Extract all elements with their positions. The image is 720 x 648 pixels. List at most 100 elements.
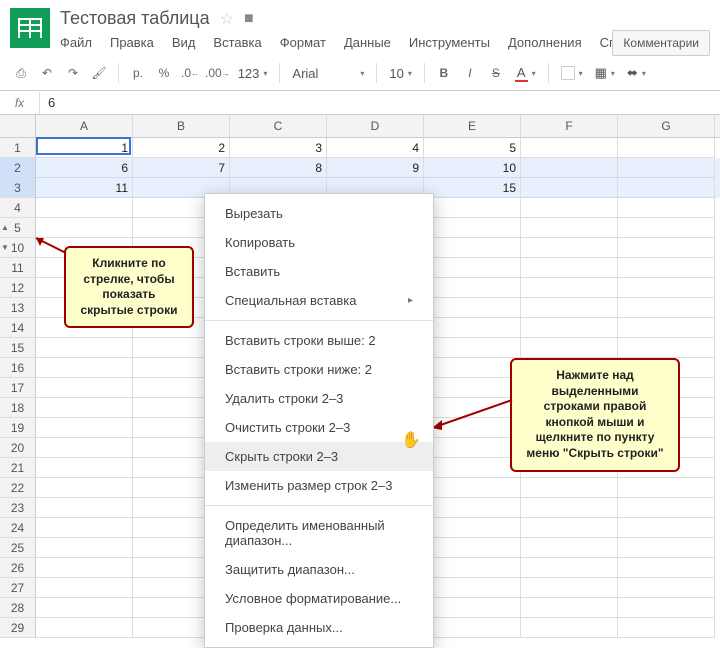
cell-F14[interactable] bbox=[521, 318, 618, 338]
cell-G15[interactable] bbox=[618, 338, 715, 358]
bold-button[interactable]: B bbox=[433, 62, 455, 84]
ctx-проверка-данных-[interactable]: Проверка данных... bbox=[205, 613, 433, 642]
ctx-условное-форматирование-[interactable]: Условное форматирование... bbox=[205, 584, 433, 613]
ctx-очистить-строки-2-3[interactable]: Очистить строки 2–3 bbox=[205, 413, 433, 442]
ctx-вставить-строки-ниже-2[interactable]: Вставить строки ниже: 2 bbox=[205, 355, 433, 384]
redo-icon[interactable]: ↷ bbox=[62, 62, 84, 84]
cell-G2[interactable] bbox=[618, 158, 715, 178]
dec-decrease-button[interactable]: .0← bbox=[179, 62, 201, 84]
currency-button[interactable]: р. bbox=[127, 62, 149, 84]
ctx-копировать[interactable]: Копировать bbox=[205, 228, 433, 257]
row-header-2[interactable]: 2 bbox=[0, 158, 36, 178]
cell-E28[interactable] bbox=[424, 598, 521, 618]
menu-данные[interactable]: Данные bbox=[344, 35, 391, 50]
cell-A21[interactable] bbox=[36, 458, 133, 478]
menu-вид[interactable]: Вид bbox=[172, 35, 196, 50]
row-header-4[interactable]: 4 bbox=[0, 198, 36, 218]
cell-E21[interactable] bbox=[424, 458, 521, 478]
row-header-21[interactable]: 21 bbox=[0, 458, 36, 478]
col-header-F[interactable]: F bbox=[521, 115, 618, 137]
ctx-определить-именованный-диапазон-[interactable]: Определить именованный диапазон... bbox=[205, 511, 433, 555]
cell-E1[interactable]: 5 bbox=[424, 138, 521, 158]
cell-G10[interactable] bbox=[618, 238, 715, 258]
ctx-вырезать[interactable]: Вырезать bbox=[205, 199, 433, 228]
print-icon[interactable]: ⎙ bbox=[10, 62, 32, 84]
cell-F25[interactable] bbox=[521, 538, 618, 558]
cell-G24[interactable] bbox=[618, 518, 715, 538]
cell-F15[interactable] bbox=[521, 338, 618, 358]
row-header-1[interactable]: 1 bbox=[0, 138, 36, 158]
menu-формат[interactable]: Формат bbox=[280, 35, 326, 50]
cell-F1[interactable] bbox=[521, 138, 618, 158]
row-header-17[interactable]: 17 bbox=[0, 378, 36, 398]
paint-format-icon[interactable]: 🖌 bbox=[88, 62, 110, 84]
unhide-arrow-icon[interactable]: ▼ bbox=[1, 238, 9, 258]
col-header-G[interactable]: G bbox=[618, 115, 715, 137]
col-header-B[interactable]: B bbox=[133, 115, 230, 137]
cell-A19[interactable] bbox=[36, 418, 133, 438]
ctx-изменить-размер-строк-2-3[interactable]: Изменить размер строк 2–3 bbox=[205, 471, 433, 500]
cell-E2[interactable]: 10 bbox=[424, 158, 521, 178]
cell-A22[interactable] bbox=[36, 478, 133, 498]
formula-input[interactable]: 6 bbox=[40, 91, 63, 114]
cell-F4[interactable] bbox=[521, 198, 618, 218]
row-header-10[interactable]: 10▼ bbox=[0, 238, 36, 258]
cell-E5[interactable] bbox=[424, 218, 521, 238]
col-header-D[interactable]: D bbox=[327, 115, 424, 137]
cell-E14[interactable] bbox=[424, 318, 521, 338]
cell-G13[interactable] bbox=[618, 298, 715, 318]
cell-G3[interactable] bbox=[618, 178, 715, 198]
cell-F3[interactable] bbox=[521, 178, 618, 198]
row-header-25[interactable]: 25 bbox=[0, 538, 36, 558]
row-header-12[interactable]: 12 bbox=[0, 278, 36, 298]
cell-G27[interactable] bbox=[618, 578, 715, 598]
cell-G11[interactable] bbox=[618, 258, 715, 278]
cell-E27[interactable] bbox=[424, 578, 521, 598]
cell-G26[interactable] bbox=[618, 558, 715, 578]
font-dropdown[interactable]: Arial▾ bbox=[288, 66, 368, 81]
percent-button[interactable]: % bbox=[153, 62, 175, 84]
menu-инструменты[interactable]: Инструменты bbox=[409, 35, 490, 50]
cell-G5[interactable] bbox=[618, 218, 715, 238]
cell-A24[interactable] bbox=[36, 518, 133, 538]
cell-G14[interactable] bbox=[618, 318, 715, 338]
document-title[interactable]: Тестовая таблица bbox=[60, 8, 210, 29]
undo-icon[interactable]: ↶ bbox=[36, 62, 58, 84]
row-header-26[interactable]: 26 bbox=[0, 558, 36, 578]
row-header-27[interactable]: 27 bbox=[0, 578, 36, 598]
cell-A23[interactable] bbox=[36, 498, 133, 518]
cell-A4[interactable] bbox=[36, 198, 133, 218]
unhide-arrow-icon[interactable]: ▲ bbox=[1, 218, 9, 238]
strikethrough-button[interactable]: S bbox=[485, 62, 507, 84]
cell-G22[interactable] bbox=[618, 478, 715, 498]
row-header-19[interactable]: 19 bbox=[0, 418, 36, 438]
cell-A17[interactable] bbox=[36, 378, 133, 398]
row-header-24[interactable]: 24 bbox=[0, 518, 36, 538]
ctx-удалить-строки-2-3[interactable]: Удалить строки 2–3 bbox=[205, 384, 433, 413]
cell-G23[interactable] bbox=[618, 498, 715, 518]
cell-F5[interactable] bbox=[521, 218, 618, 238]
cell-F29[interactable] bbox=[521, 618, 618, 638]
cell-B2[interactable]: 7 bbox=[133, 158, 230, 178]
cell-A29[interactable] bbox=[36, 618, 133, 638]
cell-A15[interactable] bbox=[36, 338, 133, 358]
cell-A25[interactable] bbox=[36, 538, 133, 558]
cell-A27[interactable] bbox=[36, 578, 133, 598]
ctx-скрыть-строки-2-3[interactable]: Скрыть строки 2–3 bbox=[205, 442, 433, 471]
col-header-C[interactable]: C bbox=[230, 115, 327, 137]
cell-D2[interactable]: 9 bbox=[327, 158, 424, 178]
cell-B1[interactable]: 2 bbox=[133, 138, 230, 158]
menu-файл[interactable]: Файл bbox=[60, 35, 92, 50]
ctx-вставить[interactable]: Вставить bbox=[205, 257, 433, 286]
row-header-11[interactable]: 11 bbox=[0, 258, 36, 278]
cell-A16[interactable] bbox=[36, 358, 133, 378]
cell-E12[interactable] bbox=[424, 278, 521, 298]
cell-E16[interactable] bbox=[424, 358, 521, 378]
cell-F10[interactable] bbox=[521, 238, 618, 258]
cell-F13[interactable] bbox=[521, 298, 618, 318]
cell-A1[interactable]: 1 bbox=[36, 138, 133, 158]
cell-E20[interactable] bbox=[424, 438, 521, 458]
cell-F23[interactable] bbox=[521, 498, 618, 518]
number-format-dropdown[interactable]: 123▾ bbox=[234, 66, 272, 81]
cell-C2[interactable]: 8 bbox=[230, 158, 327, 178]
